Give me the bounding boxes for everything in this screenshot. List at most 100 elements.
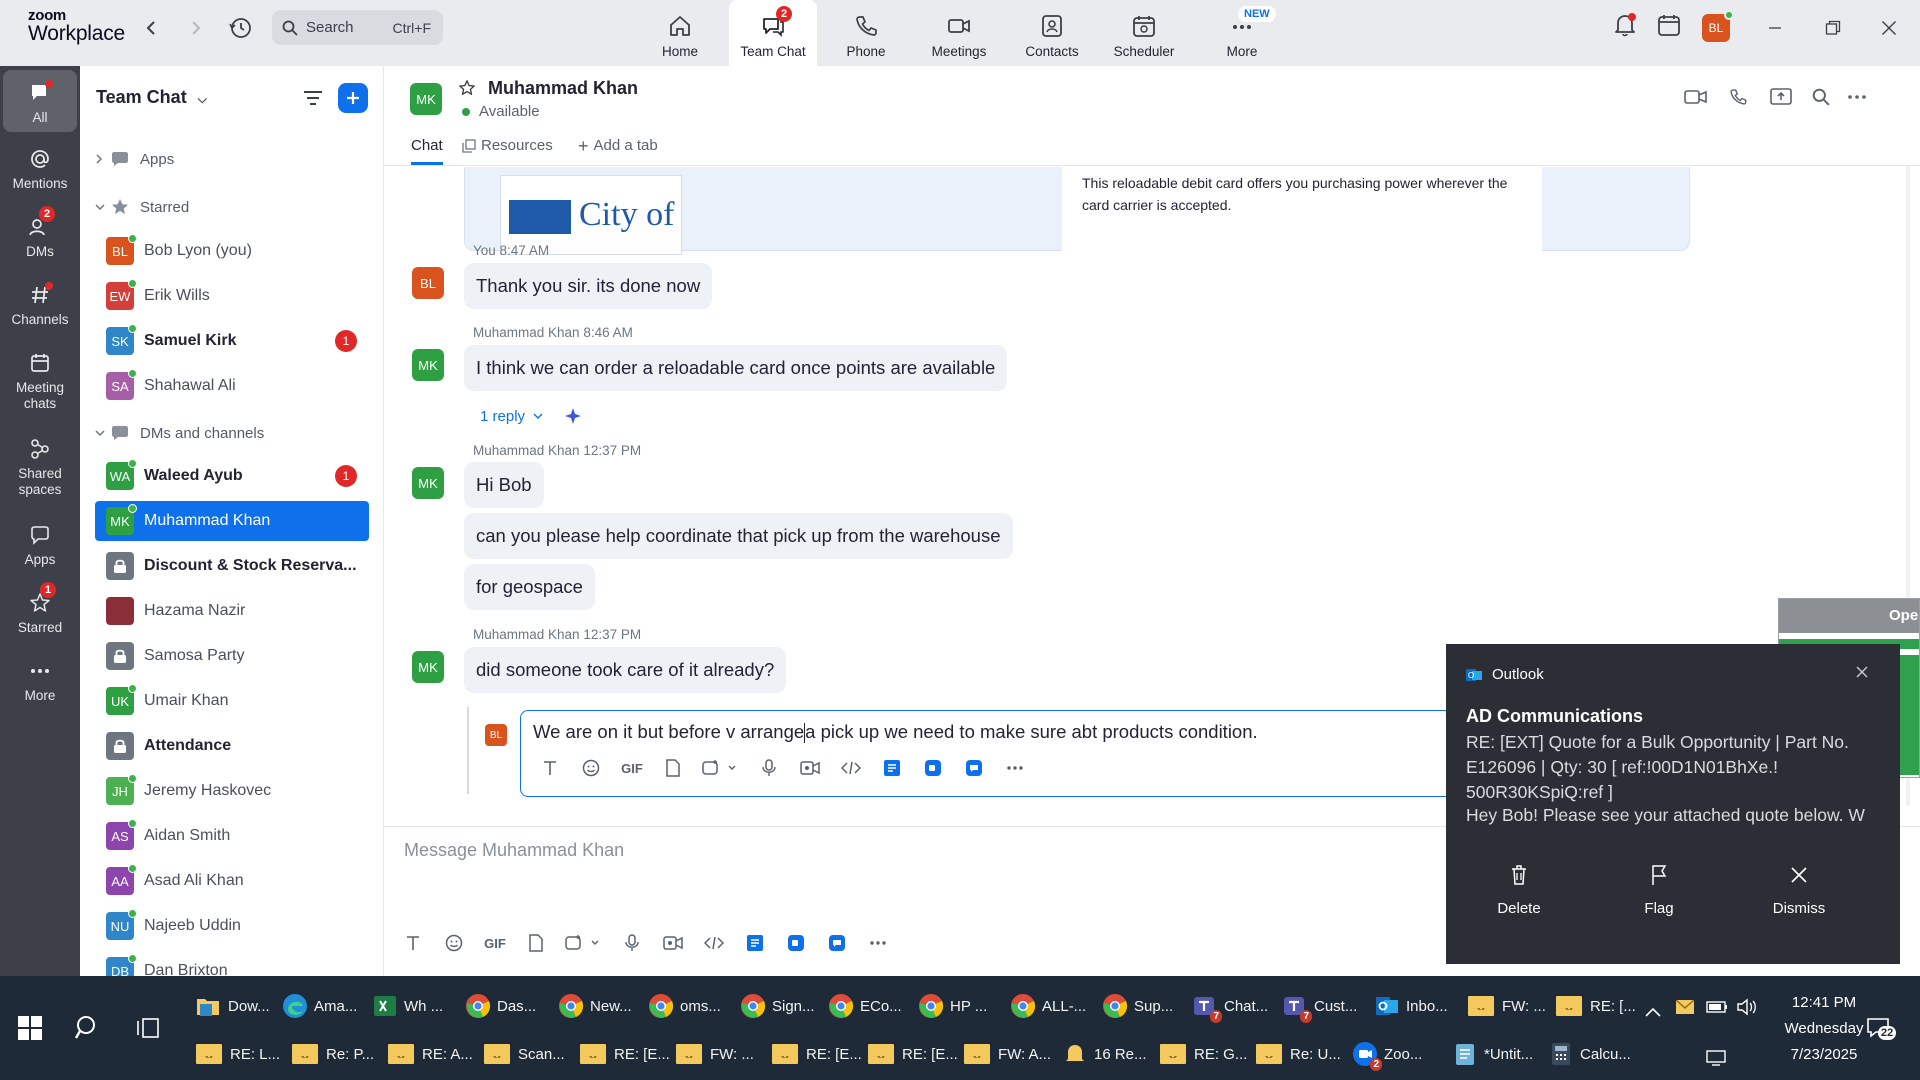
new-chat-button[interactable]: [338, 83, 368, 113]
taskbar-item-chrome[interactable]: ECo...: [828, 986, 902, 1026]
search-bar[interactable]: Search Ctrl+F: [272, 10, 443, 45]
sidebar-item-jeremy-haskovec[interactable]: JH Jeremy Haskovec: [95, 771, 369, 811]
taskbar-item-mail[interactable]: Re: P...: [292, 1034, 374, 1074]
sidebar-item-bob-lyon-you[interactable]: BL Bob Lyon (you): [95, 231, 369, 271]
tab-resources[interactable]: Resources: [462, 137, 553, 154]
reply-thread-link[interactable]: 1 reply: [480, 406, 583, 426]
message-bubble[interactable]: for geospace: [464, 564, 595, 610]
rail-more[interactable]: More: [3, 656, 77, 704]
gif-icon[interactable]: GIF: [478, 929, 512, 957]
close-icon[interactable]: [1874, 16, 1904, 40]
rail-all[interactable]: All: [3, 70, 77, 132]
app-zoom-icon[interactable]: [916, 754, 950, 782]
sidebar-item-aidan-smith[interactable]: AS Aidan Smith: [95, 816, 369, 856]
rail-meeting-chats[interactable]: Meeting chats: [3, 348, 77, 412]
taskbar-item-chrome[interactable]: New...: [558, 986, 632, 1026]
microphone-icon[interactable]: [615, 929, 649, 957]
sidebar-item-waleed-ayub[interactable]: WA Waleed Ayub 1: [95, 456, 369, 496]
taskbar-item-mail[interactable]: RE: [E...: [868, 1034, 958, 1074]
taskbar-item-chrome[interactable]: ALL-...: [1010, 986, 1086, 1026]
message-bubble[interactable]: I think we can order a reloadable card o…: [464, 345, 1008, 391]
windows-start-icon[interactable]: [18, 1016, 42, 1040]
calendar-status-icon[interactable]: [1654, 13, 1684, 37]
tab-chat[interactable]: Chat: [411, 137, 443, 154]
taskbar-item-mail[interactable]: Re: U...: [1256, 1034, 1341, 1074]
nav-home[interactable]: Home: [636, 0, 724, 66]
app-chat-icon[interactable]: [957, 754, 991, 782]
nav-scheduler[interactable]: Scheduler: [1100, 0, 1188, 66]
contact-avatar[interactable]: MK: [410, 83, 442, 115]
taskbar-item-mail[interactable]: RE: A...: [388, 1034, 473, 1074]
chevron-up-icon[interactable]: [1644, 1006, 1662, 1018]
app-chat-icon[interactable]: [820, 929, 854, 957]
display-icon[interactable]: [1706, 1050, 1726, 1066]
outlook-notification[interactable]: O Outlook AD Communications RE: [EXT] Qu…: [1446, 644, 1900, 964]
back-arrow-icon[interactable]: [136, 14, 168, 42]
forward-arrow-icon[interactable]: [180, 14, 212, 42]
nav-phone[interactable]: Phone: [822, 0, 910, 66]
sidebar-item-najeeb-uddin[interactable]: NU Najeeb Uddin: [95, 906, 369, 946]
search-icon[interactable]: [1812, 88, 1830, 106]
notifications-bell-icon[interactable]: [1610, 13, 1640, 37]
code-icon[interactable]: [697, 929, 731, 957]
rail-apps[interactable]: Apps: [3, 520, 77, 568]
microphone-icon[interactable]: [752, 754, 786, 782]
code-icon[interactable]: [834, 754, 868, 782]
history-icon[interactable]: [225, 14, 257, 42]
nav-meetings[interactable]: Meetings: [915, 0, 1003, 66]
app-note-icon[interactable]: [875, 754, 909, 782]
toast-delete-button[interactable]: Delete: [1484, 864, 1554, 917]
screenshot-icon[interactable]: [697, 754, 745, 782]
nav-contacts[interactable]: Contacts: [1008, 0, 1096, 66]
taskbar-item-mail[interactable]: FW: A...: [964, 1034, 1051, 1074]
taskbar-item-calc[interactable]: Calcu...: [1548, 1034, 1631, 1074]
taskbar-item-notepad[interactable]: *Untit...: [1452, 1034, 1533, 1074]
taskbar-item-mail[interactable]: RE: G...: [1160, 1034, 1247, 1074]
sidebar-item-shahawal-ali[interactable]: SA Shahawal Ali: [95, 366, 369, 406]
taskbar-item-teams[interactable]: 7 Cust...: [1282, 986, 1357, 1026]
taskbar-item-bell[interactable]: 16 Re...: [1064, 1034, 1147, 1074]
taskbar-item-folder[interactable]: Dow...: [196, 986, 270, 1026]
taskbar-item-teams[interactable]: 7 Chat...: [1192, 986, 1268, 1026]
share-screen-icon[interactable]: [1770, 87, 1792, 107]
taskbar-item-zoom[interactable]: 2 Zoo...: [1352, 1034, 1422, 1074]
section-dms[interactable]: DMs and channels: [94, 424, 264, 442]
system-clock[interactable]: 12:41 PM Wednesday 7/23/2025: [1776, 990, 1872, 1068]
toast-flag-button[interactable]: Flag: [1624, 864, 1694, 917]
sidebar-item-hazama-nazir[interactable]: Hazama Nazir: [95, 591, 369, 631]
message-bubble[interactable]: did someone took care of it already?: [464, 647, 787, 693]
sender-avatar[interactable]: MK: [412, 467, 444, 499]
sender-avatar[interactable]: MK: [412, 651, 444, 683]
sidebar-title[interactable]: Team Chat ⌵: [96, 87, 207, 108]
app-zoom-icon[interactable]: [779, 929, 813, 957]
profile-avatar[interactable]: BL: [1702, 10, 1734, 42]
restore-icon[interactable]: [1818, 16, 1848, 40]
taskbar-item-mail[interactable]: RE: L...: [196, 1034, 280, 1074]
gif-icon[interactable]: GIF: [615, 754, 649, 782]
video-message-icon[interactable]: [793, 754, 827, 782]
taskbar-item-mail[interactable]: FW: ...: [1468, 986, 1546, 1026]
message-composer-input[interactable]: Message Muhammad Khan: [404, 840, 1504, 880]
taskbar-item-chrome[interactable]: Sup...: [1102, 986, 1173, 1026]
taskbar-item-mail[interactable]: Scan...: [484, 1034, 565, 1074]
file-icon[interactable]: [656, 754, 690, 782]
taskbar-item-chrome[interactable]: Das...: [465, 986, 536, 1026]
rail-mentions[interactable]: Mentions: [3, 144, 77, 192]
taskbar-item-mail[interactable]: RE: [E...: [772, 1034, 862, 1074]
phone-call-icon[interactable]: [1728, 87, 1748, 107]
message-bubble[interactable]: Thank you sir. its done now: [464, 263, 713, 309]
search-icon[interactable]: [74, 1014, 102, 1042]
sidebar-item-samosa-party[interactable]: Samosa Party: [95, 636, 369, 676]
reply-draft-text[interactable]: We are on it but before v arrangea pick …: [533, 721, 1258, 744]
rail-dms[interactable]: 2 DMs: [3, 206, 77, 260]
sender-avatar[interactable]: BL: [412, 267, 444, 299]
format-text-icon[interactable]: [533, 754, 567, 782]
taskbar-item-excel[interactable]: Wh ...: [372, 986, 443, 1026]
sender-avatar[interactable]: MK: [412, 349, 444, 381]
rail-channels[interactable]: Channels: [3, 280, 77, 328]
close-icon[interactable]: [1854, 664, 1870, 680]
contact-name[interactable]: Muhammad Khan: [488, 78, 638, 99]
message-bubble[interactable]: can you please help coordinate that pick…: [464, 513, 1013, 559]
taskbar-item-mail[interactable]: RE: [...: [1556, 986, 1636, 1026]
rail-starred[interactable]: 1 Starred: [3, 582, 77, 636]
